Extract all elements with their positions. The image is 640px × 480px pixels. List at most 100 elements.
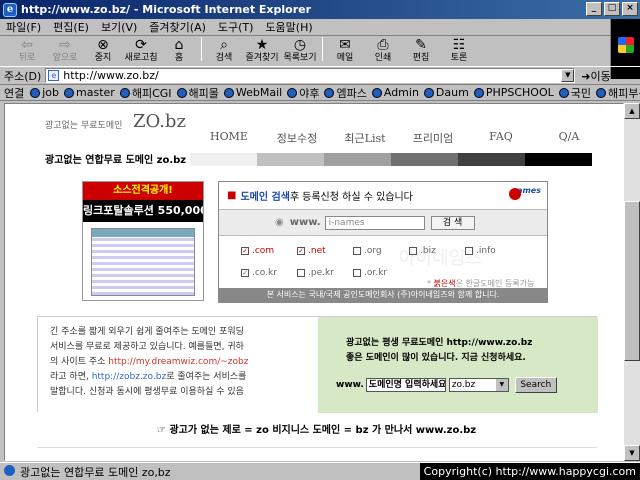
menu-view[interactable]: 보기(V) xyxy=(101,19,137,35)
tld-co-kr-checkbox[interactable]: ✓ xyxy=(241,269,249,277)
vertical-scrollbar[interactable]: ▲ ▼ xyxy=(624,103,640,461)
signup-subline: 좋은 도메인이 많이 있습니다. 지금 신청하세요. xyxy=(346,353,526,363)
menu-favorites[interactable]: 즐겨찾기(A) xyxy=(149,19,206,35)
history-icon: ◷ xyxy=(293,37,307,53)
link-phpschool[interactable]: PHPSCHOOL xyxy=(473,86,554,99)
link-webmail[interactable]: WebMail xyxy=(223,86,282,99)
tld-info-checkbox[interactable] xyxy=(465,247,473,255)
zo-bz-slogan: ☞ 광고가 없는 제로 = zo 비지니스 도메인 = bz 가 만나서 www… xyxy=(157,425,477,436)
bullet-icon: ■ xyxy=(227,190,237,201)
address-label: 주소(D) xyxy=(4,69,42,83)
close-button[interactable]: × xyxy=(622,2,638,16)
nav-qa[interactable]: Q/A xyxy=(535,130,603,146)
link-happy-realestate[interactable]: 해피부동산 xyxy=(596,85,640,100)
menu-help[interactable]: 도움말(H) xyxy=(265,19,312,35)
ad-banner[interactable]: 소스전격공개! 링크포탈솔루션 550,000 xyxy=(82,181,204,301)
example-short-url[interactable]: http://zobz.zo.bz xyxy=(92,372,166,382)
tld-co-kr[interactable]: ✓ .co.kr xyxy=(241,268,277,278)
back-button[interactable]: ⇦ 뒤로 xyxy=(8,37,46,63)
link-kookmin[interactable]: 국민 xyxy=(558,85,591,100)
menu-bar: 파일(F) 편집(E) 보기(V) 즐겨찾기(A) 도구(T) 도움말(H) xyxy=(0,19,640,36)
site-logo[interactable]: ZO.bz xyxy=(133,111,186,132)
maximize-button[interactable]: □ xyxy=(604,2,620,16)
tld-com[interactable]: ✓ .com xyxy=(241,246,274,256)
scroll-up-button[interactable]: ▲ xyxy=(624,103,640,119)
go-button[interactable]: ➜이동 xyxy=(581,68,610,84)
menu-file[interactable]: 파일(F) xyxy=(6,19,41,35)
stripe xyxy=(458,153,525,166)
site-nav: HOME 정보수정 최근List 프리미엄 FAQ Q/A xyxy=(195,130,603,146)
domain-search-title-mid: 후 xyxy=(289,192,300,203)
print-button[interactable]: ⎙ 인쇄 xyxy=(364,37,402,63)
discuss-button[interactable]: ☷ 토론 xyxy=(440,37,478,63)
www-prefix: www. xyxy=(289,217,321,228)
menu-edit[interactable]: 편집(E) xyxy=(53,19,89,35)
mail-button[interactable]: ✉ 메일 xyxy=(326,37,364,63)
address-dropdown-button[interactable]: ▼ xyxy=(561,69,575,82)
address-url: http://www.zo.bz/ xyxy=(63,69,159,82)
tld-biz-checkbox[interactable] xyxy=(409,247,417,255)
link-master[interactable]: master xyxy=(64,86,115,99)
refresh-icon: ⟳ xyxy=(135,37,147,53)
example-long-url[interactable]: http://my.dreamwiz.com/~zobz xyxy=(108,357,248,367)
signup-search-button[interactable]: Search xyxy=(514,377,557,393)
nav-edit-info[interactable]: 정보수정 xyxy=(263,130,331,146)
tld-biz[interactable]: .biz xyxy=(409,246,436,256)
domain-name-input[interactable]: 도메인명 입력하세요. xyxy=(365,378,446,392)
stripe xyxy=(391,153,458,166)
refresh-button[interactable]: ⟳ 새로고침 xyxy=(122,37,160,63)
link-job[interactable]: job xyxy=(30,86,59,99)
tld-pe-kr[interactable]: .pe.kr xyxy=(297,268,334,278)
address-bar: 주소(D) e http://www.zo.bz/ ▼ ➜이동 xyxy=(0,66,640,84)
nav-recent-list[interactable]: 최근List xyxy=(331,130,399,146)
nav-faq[interactable]: FAQ xyxy=(467,130,535,146)
domain-search-button[interactable]: 검 색 xyxy=(430,215,475,230)
link-happycgi[interactable]: 해피CGI xyxy=(119,85,172,100)
tld-info[interactable]: .info xyxy=(465,246,496,256)
stripe xyxy=(190,153,257,166)
scroll-down-button[interactable]: ▼ xyxy=(624,445,640,461)
forward-button[interactable]: ⇨ 앞으로 xyxy=(46,37,84,63)
site-subtitle: 광고없는 무료도메인 xyxy=(45,121,123,131)
tld-pe-kr-checkbox[interactable] xyxy=(297,269,305,277)
domain-search-input[interactable]: i-names xyxy=(324,215,425,230)
tld-net[interactable]: ✓ .net xyxy=(297,246,326,256)
domain-suffix-select[interactable]: zo.bz xyxy=(448,378,509,392)
domain-search-box: ■ 도메인 검색 후 등록신청 하실 수 있습니다 names ◉ www. i… xyxy=(218,181,548,303)
forwarding-info-panel: 긴 주소를 짧게 외우기 쉽게 줄여주는 도메인 포워딩 서비스를 무료로 제공… xyxy=(37,316,598,413)
edit-button[interactable]: ✎ 편집 xyxy=(402,37,440,63)
address-input[interactable]: e http://www.zo.bz/ ▼ xyxy=(45,68,576,83)
page-viewport: 광고없는 무료도메인 ZO.bz HOME 정보수정 최근List 프리미엄 F… xyxy=(4,103,624,461)
scroll-thumb[interactable] xyxy=(624,201,640,361)
history-button[interactable]: ◷ 목록보기 xyxy=(281,37,319,63)
window-controls: _ □ × xyxy=(586,2,638,16)
tld-or-kr[interactable]: .or.kr xyxy=(353,268,387,278)
globe-icon: ◉ xyxy=(275,217,284,228)
stop-button[interactable]: ⊗ 중지 xyxy=(84,37,122,63)
domain-search-header: ■ 도메인 검색 후 등록신청 하실 수 있습니다 names xyxy=(219,182,547,210)
search-button[interactable]: ⌕ 검색 xyxy=(205,37,243,63)
nav-home[interactable]: HOME xyxy=(195,130,263,146)
link-daum[interactable]: Daum xyxy=(423,86,469,99)
tld-org-checkbox[interactable] xyxy=(353,247,361,255)
ie-link-icon xyxy=(473,87,484,98)
tld-or-kr-checkbox[interactable] xyxy=(353,269,361,277)
discuss-icon: ☷ xyxy=(452,37,466,53)
ie-link-icon xyxy=(176,87,187,98)
minimize-button[interactable]: _ xyxy=(586,2,602,16)
tld-com-checkbox[interactable]: ✓ xyxy=(241,247,249,255)
nav-premium[interactable]: 프리미엄 xyxy=(399,130,467,146)
tld-net-checkbox[interactable]: ✓ xyxy=(297,247,305,255)
copyright-overlay: Copyright(c) http://www.happycgi.com xyxy=(419,463,640,480)
tld-org[interactable]: .org xyxy=(353,246,382,256)
edit-icon: ✎ xyxy=(415,37,427,53)
signup-form: www. 도메인명 입력하세요. zo.bz Search xyxy=(336,377,557,393)
favorites-button[interactable]: ★ 즐겨찾기 xyxy=(243,37,281,63)
link-yahoo[interactable]: 야후 xyxy=(287,85,319,100)
ie-link-icon xyxy=(324,87,335,98)
link-empas[interactable]: 엠파스 xyxy=(324,85,367,100)
home-button[interactable]: ⌂ 홈 xyxy=(160,37,198,63)
menu-tools[interactable]: 도구(T) xyxy=(218,19,254,35)
link-admin[interactable]: Admin xyxy=(371,86,419,99)
link-happymall[interactable]: 해피몰 xyxy=(176,85,219,100)
